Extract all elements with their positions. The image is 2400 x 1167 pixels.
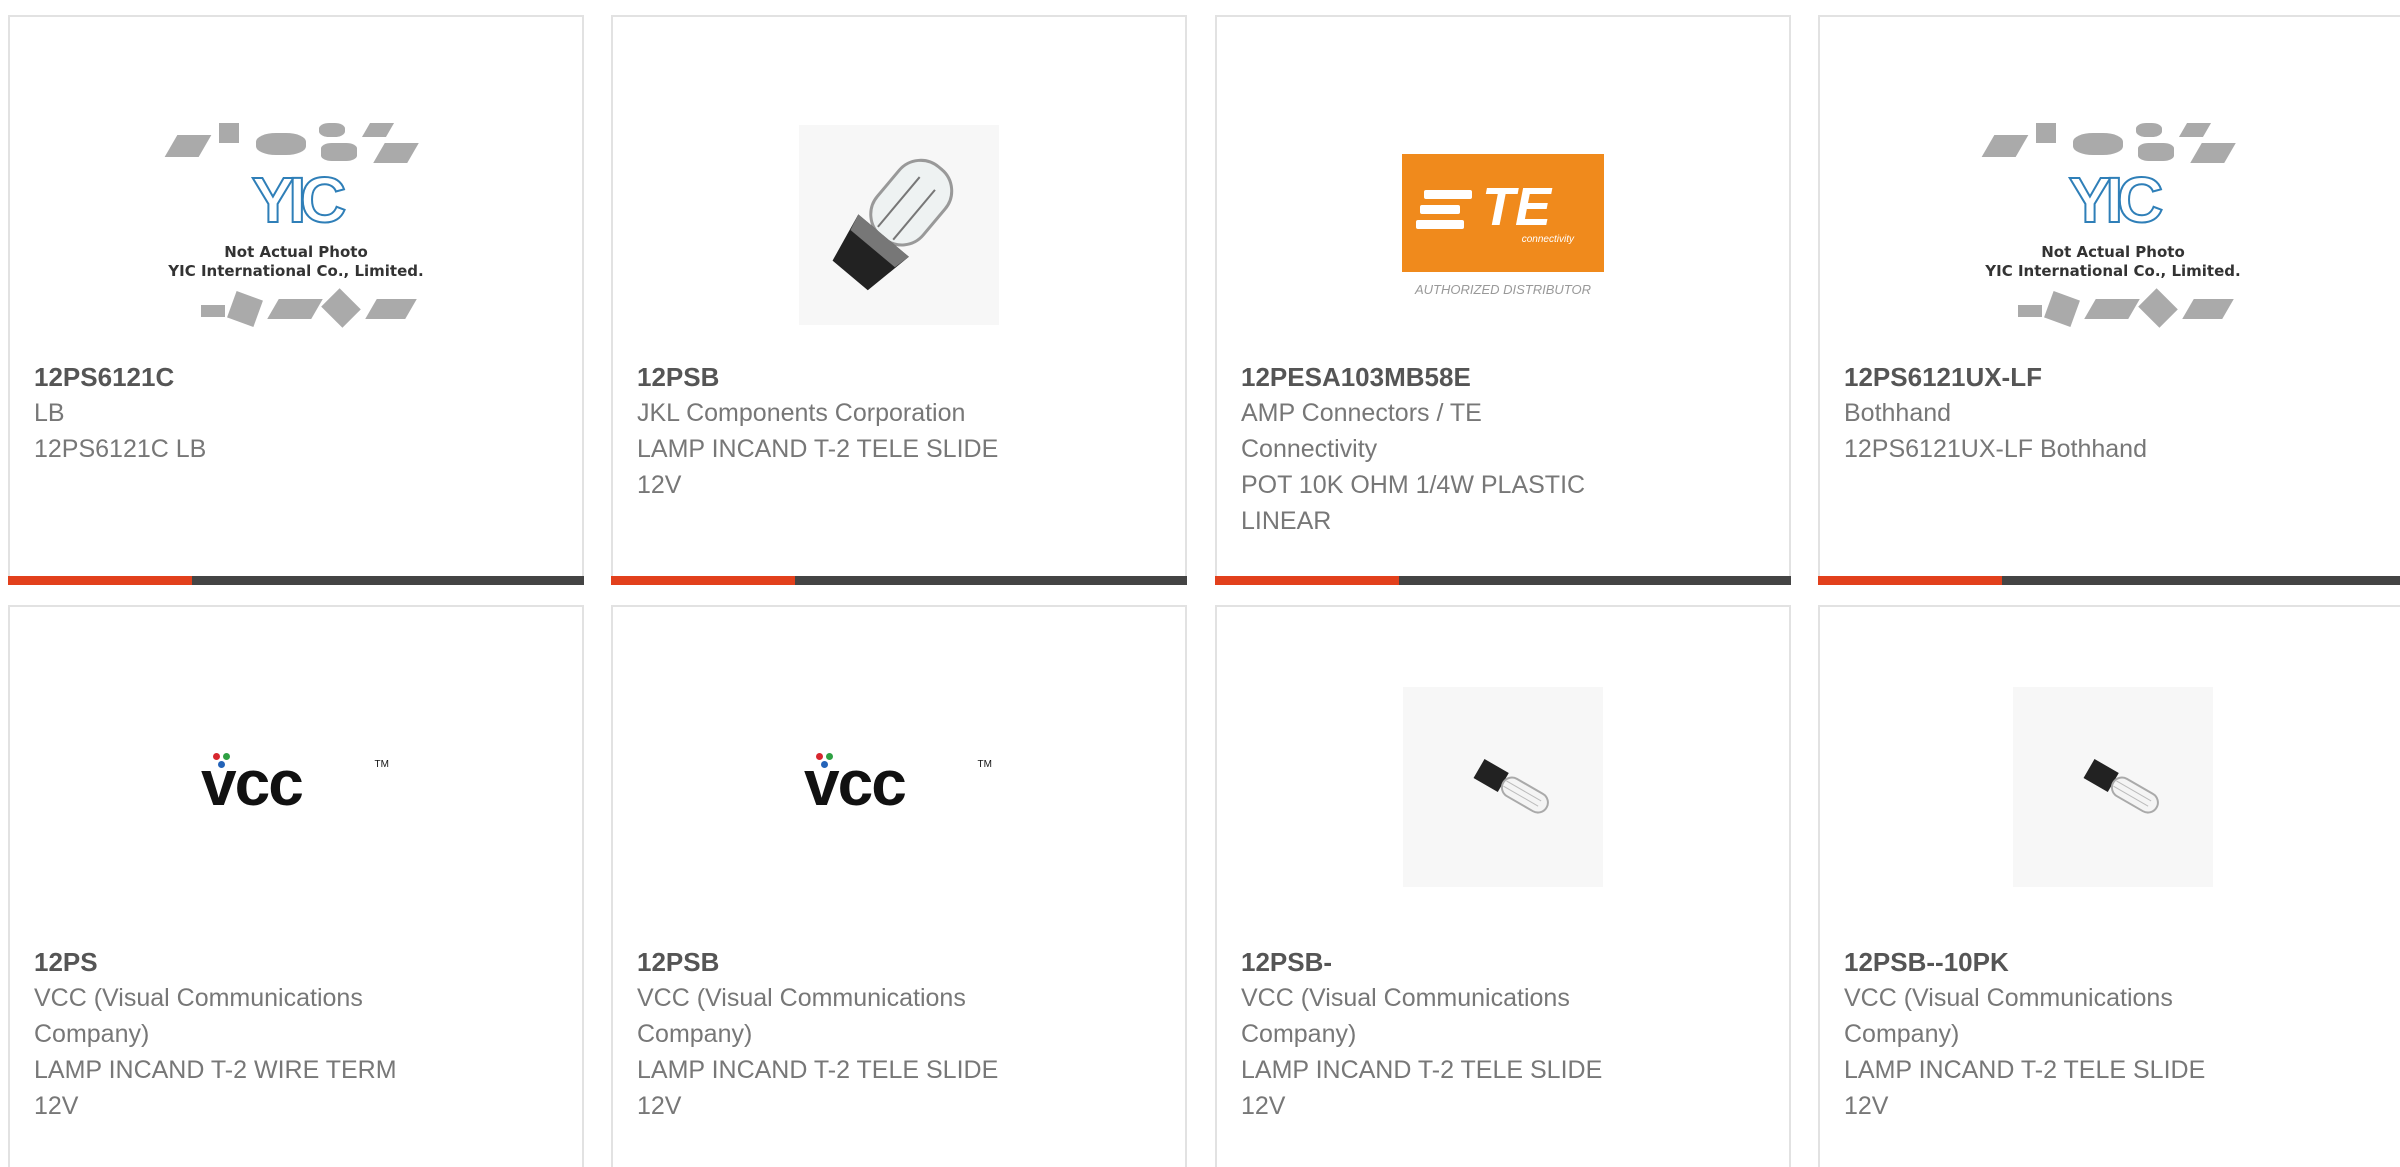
product-card[interactable]: 12PSB--10PK VCC (Visual Communications C… (1818, 605, 2400, 1167)
manufacturer: VCC (Visual Communications (1241, 984, 1570, 1012)
description: LAMP INCAND T-2 TELE SLIDE (1241, 1056, 1603, 1084)
lamp-bulb-image (2013, 687, 2213, 887)
lamp-bulb-image (1403, 687, 1603, 887)
manufacturer: Connectivity (1241, 435, 1378, 463)
manufacturer: Company) (1844, 1020, 1960, 1048)
product-image: TE connectivity AUTHORIZED DISTRIBUTOR (1217, 95, 1789, 355)
te-logo: TE connectivity AUTHORIZED DISTRIBUTOR (1401, 153, 1606, 297)
yic-logo: YIC (2068, 164, 2165, 236)
product-card[interactable]: TE connectivity AUTHORIZED DISTRIBUTOR 1… (1215, 15, 1791, 585)
manufacturer: VCC (Visual Communications (34, 984, 363, 1012)
description: 12V (1844, 1092, 1889, 1120)
manufacturer: Company) (34, 1020, 150, 1048)
part-number[interactable]: 12PSB- (1241, 944, 1679, 980)
description: 12PS6121C LB (34, 435, 207, 463)
product-grid: YIC Not Actual Photo YIC International C… (0, 0, 2400, 1167)
product-card[interactable]: vcc TM 12PS VCC (Visual Communications C… (8, 605, 584, 1167)
description: LAMP INCAND T-2 TELE SLIDE (1844, 1056, 2206, 1084)
manufacturer: VCC (Visual Communications (637, 984, 966, 1012)
lamp-bulb-image (799, 125, 999, 325)
description: POT 10K OHM 1/4W PLASTIC (1241, 471, 1586, 499)
description: LAMP INCAND T-2 WIRE TERM (34, 1056, 397, 1084)
description: 12V (1241, 1092, 1286, 1120)
yic-caption: Not Actual Photo YIC International Co., … (1985, 243, 2241, 280)
description: 12V (637, 471, 682, 499)
description: 12PS6121UX-LF Bothhand (1844, 435, 2147, 463)
description: LAMP INCAND T-2 TELE SLIDE (637, 1056, 999, 1084)
description: 12V (34, 1092, 79, 1120)
part-number[interactable]: 12PS6121UX-LF (1844, 359, 2296, 395)
manufacturer: AMP Connectors / TE (1241, 399, 1482, 427)
part-number[interactable]: 12PSB--10PK (1844, 944, 2296, 980)
product-image: YIC Not Actual Photo YIC International C… (10, 95, 582, 355)
product-info: 12PS6121C LB 12PS6121C LB (34, 359, 472, 467)
product-image (1217, 667, 1789, 907)
manufacturer: Company) (1241, 1020, 1357, 1048)
part-number[interactable]: 12PS (34, 944, 472, 980)
card-accent-bar (1818, 576, 2400, 585)
product-image: vcc TM (10, 667, 582, 907)
part-number[interactable]: 12PSB (637, 359, 1075, 395)
product-info: 12PSB--10PK VCC (Visual Communications C… (1844, 944, 2296, 1124)
vcc-logo: vcc TM (804, 747, 992, 819)
product-info: 12PSB VCC (Visual Communications Company… (637, 944, 1075, 1124)
manufacturer: JKL Components Corporation (637, 399, 966, 427)
product-card[interactable]: 12PSB- VCC (Visual Communications Compan… (1215, 605, 1791, 1167)
yic-caption: Not Actual Photo YIC International Co., … (168, 243, 424, 280)
vcc-logo: vcc TM (201, 747, 389, 819)
description: LAMP INCAND T-2 TELE SLIDE (637, 435, 999, 463)
product-info: 12PESA103MB58E AMP Connectors / TE Conne… (1241, 359, 1679, 539)
product-info: 12PSB JKL Components Corporation LAMP IN… (637, 359, 1075, 503)
product-card[interactable]: vcc TM 12PSB VCC (Visual Communications … (611, 605, 1187, 1167)
card-accent-bar (611, 576, 1187, 585)
part-number[interactable]: 12PS6121C (34, 359, 472, 395)
product-card[interactable]: YIC Not Actual Photo YIC International C… (1818, 15, 2400, 585)
manufacturer: Bothhand (1844, 399, 1952, 427)
product-image (1820, 667, 2400, 907)
part-number[interactable]: 12PESA103MB58E (1241, 359, 1679, 395)
part-number[interactable]: 12PSB (637, 944, 1075, 980)
manufacturer: Company) (637, 1020, 753, 1048)
product-image: vcc TM (613, 667, 1185, 907)
description: 12V (637, 1092, 682, 1120)
product-image (613, 95, 1185, 355)
card-accent-bar (8, 576, 584, 585)
yic-placeholder-image: YIC Not Actual Photo YIC International C… (161, 105, 431, 345)
manufacturer: LB (34, 399, 65, 427)
product-info: 12PS6121UX-LF Bothhand 12PS6121UX-LF Bot… (1844, 359, 2296, 467)
product-info: 12PSB- VCC (Visual Communications Compan… (1241, 944, 1679, 1124)
product-card[interactable]: 12PSB JKL Components Corporation LAMP IN… (611, 15, 1187, 585)
product-info: 12PS VCC (Visual Communications Company)… (34, 944, 472, 1124)
yic-logo: YIC (251, 164, 348, 236)
description: LINEAR (1241, 507, 1332, 535)
manufacturer: VCC (Visual Communications (1844, 984, 2173, 1012)
yic-placeholder-image: YIC Not Actual Photo YIC International C… (1978, 105, 2248, 345)
product-image: YIC Not Actual Photo YIC International C… (1820, 95, 2400, 355)
product-card[interactable]: YIC Not Actual Photo YIC International C… (8, 15, 584, 585)
card-accent-bar (1215, 576, 1791, 585)
